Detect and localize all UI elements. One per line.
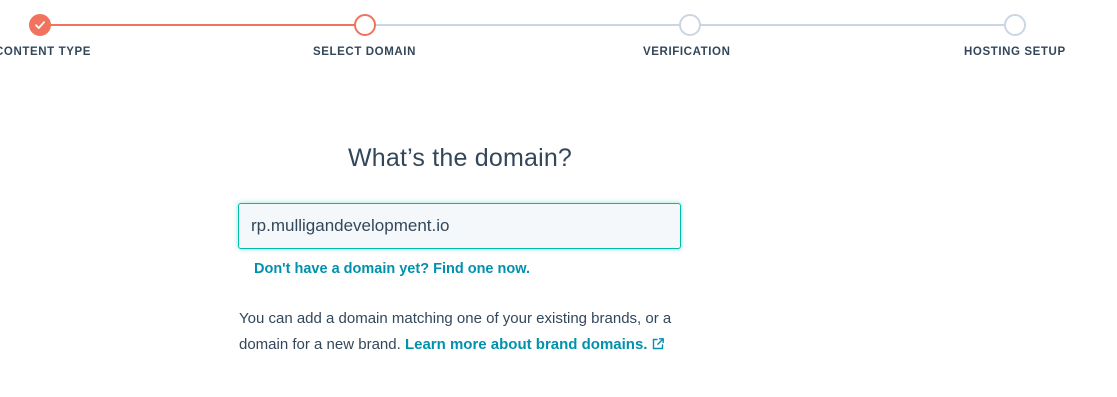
learn-more-link[interactable]: Learn more about brand domains. bbox=[405, 336, 666, 353]
step-connector-completed bbox=[40, 24, 365, 26]
step-4-node bbox=[1004, 14, 1026, 36]
checkmark-icon bbox=[35, 21, 45, 29]
learn-more-link-label: Learn more about brand domains. bbox=[404, 336, 648, 353]
page-title: What’s the domain? bbox=[347, 144, 573, 172]
step-3-node bbox=[679, 14, 701, 36]
step-label-select-domain: SELECT DOMAIN bbox=[313, 46, 416, 58]
step-2-current-node bbox=[354, 14, 376, 36]
progress-stepper: CONTENT TYPE SELECT DOMAIN VERIFICATION … bbox=[0, 0, 1117, 70]
step-connector bbox=[365, 24, 690, 26]
step-connector bbox=[690, 24, 1015, 26]
help-text: You can add a domain matching one of you… bbox=[239, 306, 679, 358]
step-1-completed-node bbox=[29, 14, 51, 36]
find-domain-link[interactable]: Don't have a domain yet? Find one now. bbox=[254, 261, 530, 277]
step-label-verification: VERIFICATION bbox=[643, 46, 731, 58]
external-link-icon bbox=[653, 338, 665, 350]
step-label-content-type: CONTENT TYPE bbox=[0, 46, 92, 58]
domain-input[interactable] bbox=[238, 203, 681, 249]
step-label-hosting-setup: HOSTING SETUP bbox=[964, 46, 1066, 58]
